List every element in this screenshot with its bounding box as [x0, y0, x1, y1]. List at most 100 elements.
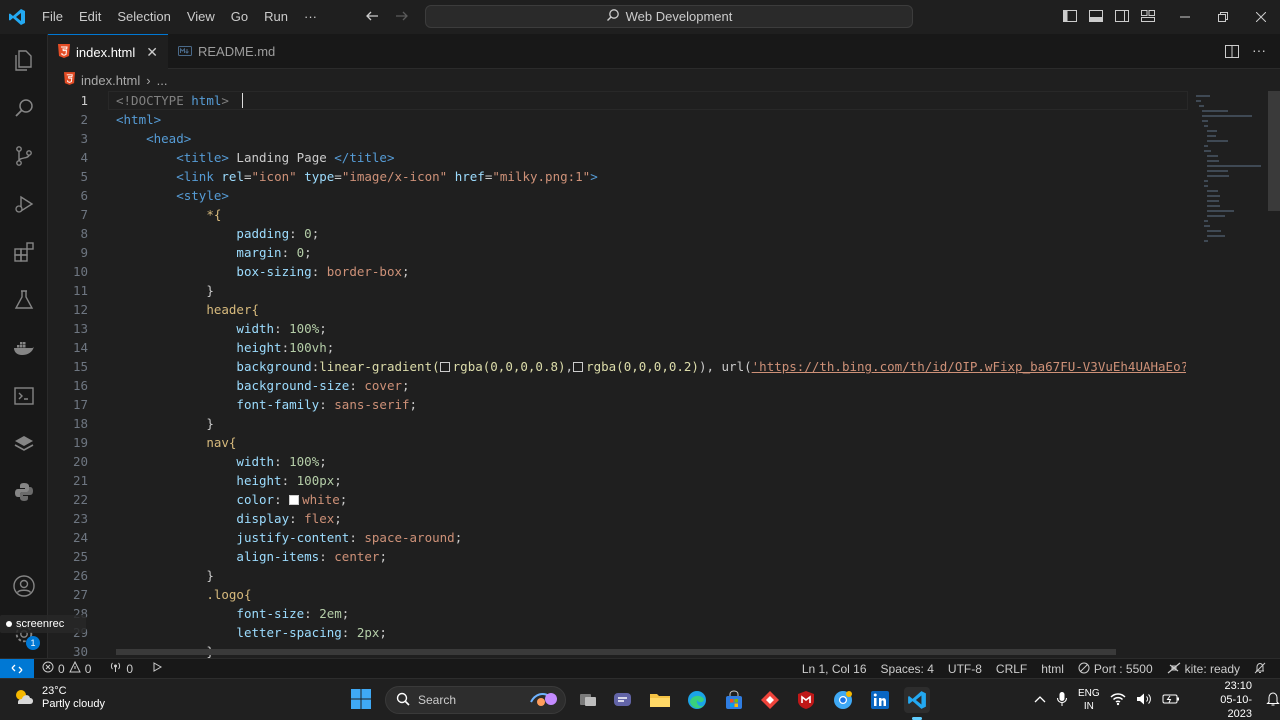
- microsoft-store-icon[interactable]: [721, 687, 747, 713]
- edge-browser-icon[interactable]: [684, 687, 710, 713]
- explorer-icon[interactable]: [0, 36, 48, 84]
- breadcrumb-more[interactable]: ...: [157, 73, 168, 88]
- url-link[interactable]: 'https://th.bing.com/th/id/OIP.wFixp_ba6…: [752, 359, 1186, 374]
- vertical-scroll-thumb[interactable]: [1268, 91, 1280, 211]
- cursor-position[interactable]: Ln 1, Col 16: [802, 662, 867, 676]
- vscode-logo-icon: [0, 0, 34, 34]
- tab-index-html[interactable]: index.html ✕: [48, 34, 168, 69]
- toggle-secondary-sidebar-icon[interactable]: [1114, 8, 1130, 27]
- token: 0: [304, 226, 312, 241]
- encoding[interactable]: UTF-8: [948, 662, 982, 676]
- clock-time: 23:10: [1224, 680, 1252, 692]
- manage-badge: 1: [26, 636, 40, 650]
- minimap[interactable]: [1190, 91, 1266, 251]
- more-actions-icon[interactable]: ···: [1252, 42, 1266, 58]
- code-editor[interactable]: 1 2 3 4 5 6 7 8 9 10 11 12 13 14 15 16 1…: [48, 91, 1280, 658]
- token: "image/x-icon": [341, 169, 448, 184]
- close-tab-icon[interactable]: ✕: [146, 44, 158, 61]
- notification-center-icon[interactable]: [1266, 691, 1280, 710]
- weather-widget[interactable]: 23°C Partly cloudy: [12, 685, 105, 711]
- remote-indicator-icon[interactable]: [0, 658, 34, 679]
- forward-arrow-icon[interactable]: [394, 8, 410, 27]
- token: font-size: [236, 606, 305, 621]
- ports-count: 0: [126, 661, 134, 676]
- problems-status[interactable]: 0 0: [42, 660, 92, 676]
- volume-icon[interactable]: [1136, 692, 1152, 709]
- tab-label: README.md: [198, 44, 276, 59]
- color-swatch-black[interactable]: [439, 362, 450, 372]
- html5-file-icon: [58, 43, 70, 61]
- task-view-icon[interactable]: [575, 687, 601, 713]
- language-mode[interactable]: html: [1041, 662, 1064, 676]
- microphone-icon[interactable]: [1056, 691, 1068, 710]
- clock[interactable]: 23:10 05-10-2023: [1200, 679, 1252, 720]
- menu-view[interactable]: View: [179, 0, 223, 34]
- docker-icon[interactable]: [0, 324, 48, 372]
- close-window-icon[interactable]: [1242, 0, 1280, 34]
- code-line: margin: 0;: [236, 245, 312, 260]
- line-number: 6: [80, 188, 88, 203]
- kite-status[interactable]: kite: ready: [1167, 662, 1240, 677]
- windows-start-icon[interactable]: [350, 688, 372, 713]
- menu-run[interactable]: Run: [256, 0, 296, 34]
- minimap-line: [1201, 110, 1228, 112]
- extensions-icon[interactable]: [0, 228, 48, 276]
- minimap-line: [1204, 220, 1209, 222]
- menu-selection[interactable]: Selection: [109, 0, 178, 34]
- indentation[interactable]: Spaces: 4: [881, 662, 934, 676]
- minimap-line: [1207, 130, 1218, 132]
- token: height: [236, 473, 282, 488]
- menu-file[interactable]: File: [34, 0, 71, 34]
- search-view-icon[interactable]: [0, 84, 48, 132]
- horizontal-scrollbar[interactable]: [116, 647, 1186, 657]
- anydesk-icon[interactable]: [757, 687, 783, 713]
- tab-readme-md[interactable]: README.md: [168, 34, 283, 69]
- minimize-icon[interactable]: [1166, 0, 1204, 34]
- command-center-search[interactable]: Web Development: [425, 5, 913, 28]
- live-server-port[interactable]: Port : 5500: [1078, 662, 1153, 677]
- code-line: letter-spacing: 2px;: [236, 625, 387, 640]
- linkedin-icon[interactable]: [867, 687, 893, 713]
- split-editor-icon[interactable]: [1224, 44, 1240, 63]
- color-swatch-white[interactable]: [289, 495, 300, 505]
- breadcrumb-file[interactable]: index.html: [81, 73, 140, 88]
- chrome-canary-icon[interactable]: [830, 687, 856, 713]
- menu-go[interactable]: Go: [223, 0, 256, 34]
- token: "icon": [251, 169, 297, 184]
- vscode-taskbar-icon[interactable]: [904, 687, 930, 713]
- layers-icon[interactable]: [0, 420, 48, 468]
- token: <head>: [146, 131, 192, 146]
- input-language[interactable]: ENG IN: [1078, 687, 1100, 713]
- battery-icon[interactable]: [1162, 693, 1180, 708]
- source-control-icon[interactable]: [0, 132, 48, 180]
- taskbar-search[interactable]: Search: [385, 686, 566, 714]
- toggle-panel-icon[interactable]: [1088, 8, 1104, 27]
- accounts-icon[interactable]: [0, 562, 48, 610]
- warning-count: 0: [84, 661, 92, 676]
- python-icon[interactable]: [0, 468, 48, 516]
- wifi-icon[interactable]: [1110, 692, 1126, 709]
- toggle-primary-sidebar-icon[interactable]: [1062, 8, 1078, 27]
- line-ending[interactable]: CRLF: [996, 662, 1027, 676]
- mcafee-icon[interactable]: [793, 687, 819, 713]
- restore-icon[interactable]: [1204, 0, 1242, 34]
- line-number: 18: [72, 416, 88, 431]
- menu-edit[interactable]: Edit: [71, 0, 109, 34]
- back-arrow-icon[interactable]: [364, 8, 380, 27]
- file-explorer-icon[interactable]: [647, 687, 673, 713]
- notifications-bell-icon[interactable]: [1254, 662, 1266, 677]
- show-hidden-icons-chevron-icon[interactable]: [1034, 694, 1046, 707]
- menu-more[interactable]: ···: [296, 0, 325, 34]
- teams-chat-icon[interactable]: [610, 687, 636, 713]
- color-swatch-black[interactable]: [573, 362, 584, 372]
- remote-explorer-icon[interactable]: [0, 372, 48, 420]
- token: display: [236, 511, 290, 526]
- vertical-scrollbar[interactable]: [1266, 91, 1280, 658]
- run-debug-icon[interactable]: [0, 180, 48, 228]
- token: width: [236, 321, 275, 336]
- testing-flask-icon[interactable]: [0, 276, 48, 324]
- customize-layout-icon[interactable]: [1140, 8, 1156, 27]
- horizontal-scroll-thumb[interactable]: [116, 649, 1116, 655]
- ports-status[interactable]: 0: [109, 661, 133, 676]
- run-task-icon[interactable]: [151, 661, 164, 676]
